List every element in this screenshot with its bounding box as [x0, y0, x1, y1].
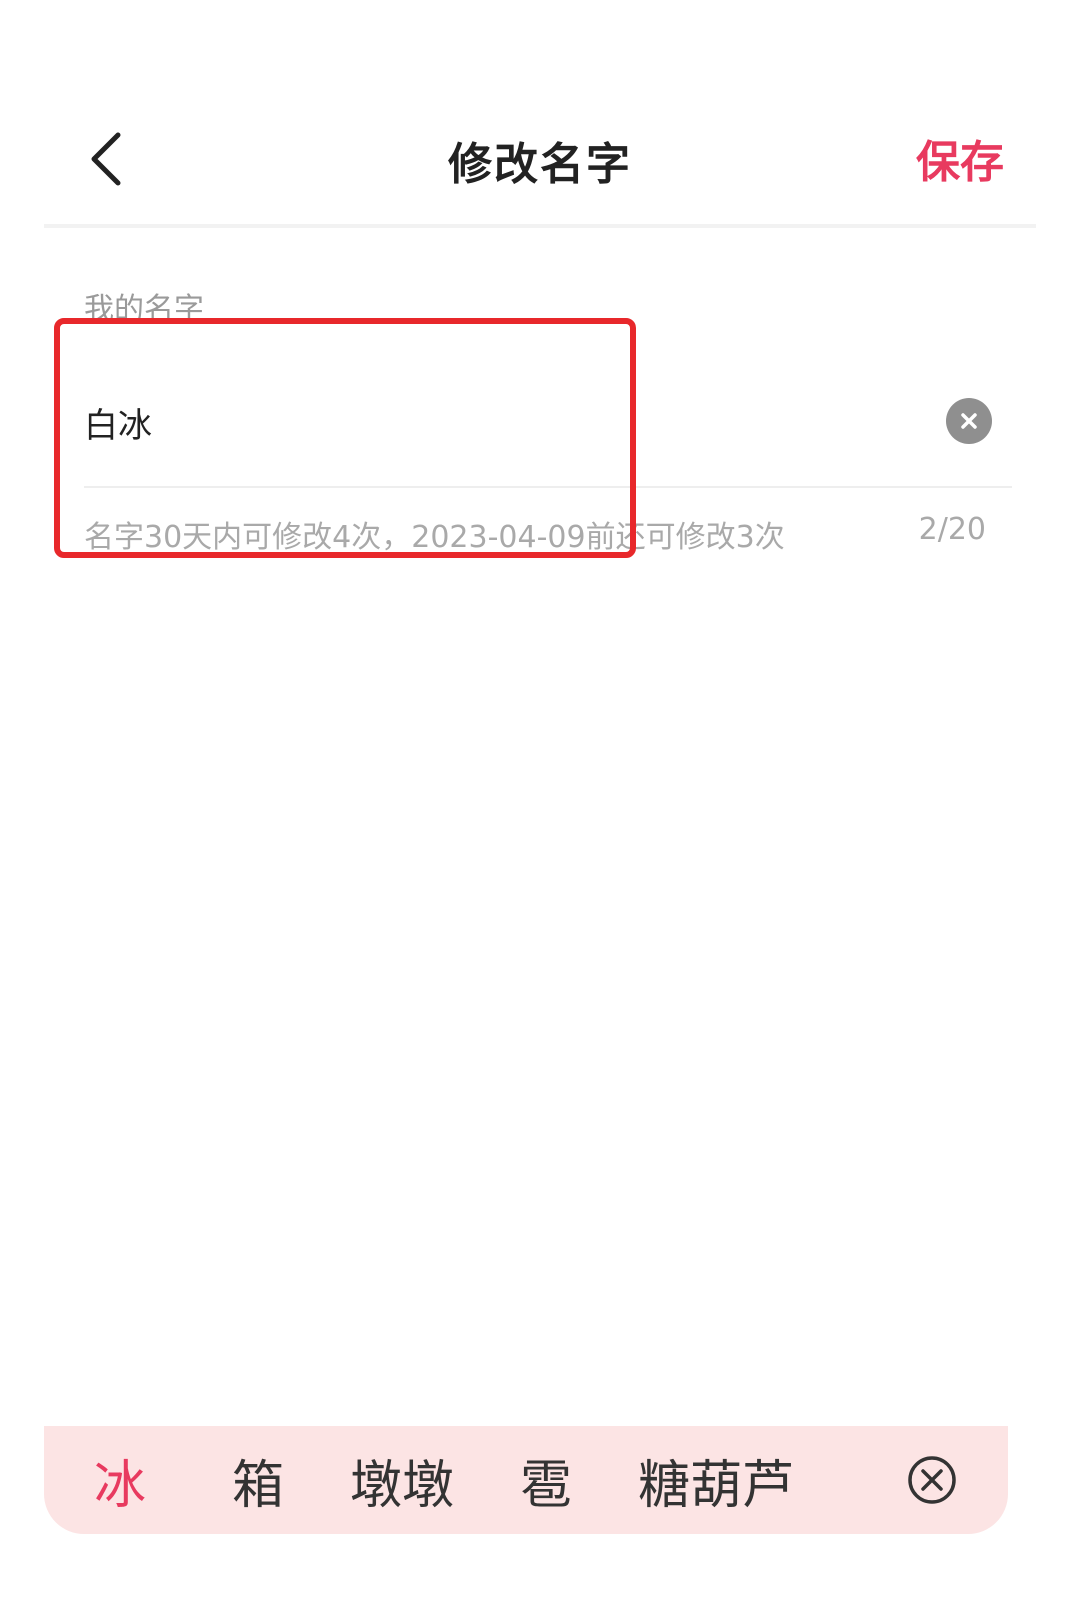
save-button[interactable]: 保存: [916, 126, 1004, 190]
edit-name-screen: 修改名字 保存 我的名字 名字30天内可修改4次，2023-04-09前还可修改…: [0, 0, 1080, 1611]
candidate-item[interactable]: 糖葫芦: [638, 1443, 794, 1518]
ime-candidate-bar: 冰 箱 墩墩 雹 糖葫芦: [44, 1426, 1008, 1534]
candidate-item[interactable]: 墩墩: [350, 1443, 454, 1518]
name-input[interactable]: [84, 392, 904, 452]
close-circle-icon: [908, 1456, 956, 1504]
char-count: 2/20: [918, 512, 986, 547]
name-field-label: 我的名字: [84, 292, 204, 327]
candidate-item[interactable]: 箱: [232, 1443, 284, 1518]
rename-limit-hint: 名字30天内可修改4次，2023-04-09前还可修改3次: [84, 520, 785, 555]
candidate-item[interactable]: 冰: [94, 1443, 146, 1518]
name-input-row: [84, 378, 1012, 488]
candidate-close-button[interactable]: [906, 1454, 958, 1506]
candidate-item[interactable]: 雹: [520, 1443, 572, 1518]
top-bar: 修改名字 保存: [44, 100, 1036, 228]
page-title: 修改名字: [448, 139, 632, 190]
clear-input-button[interactable]: [946, 398, 992, 444]
clear-circle-icon: [961, 413, 977, 429]
